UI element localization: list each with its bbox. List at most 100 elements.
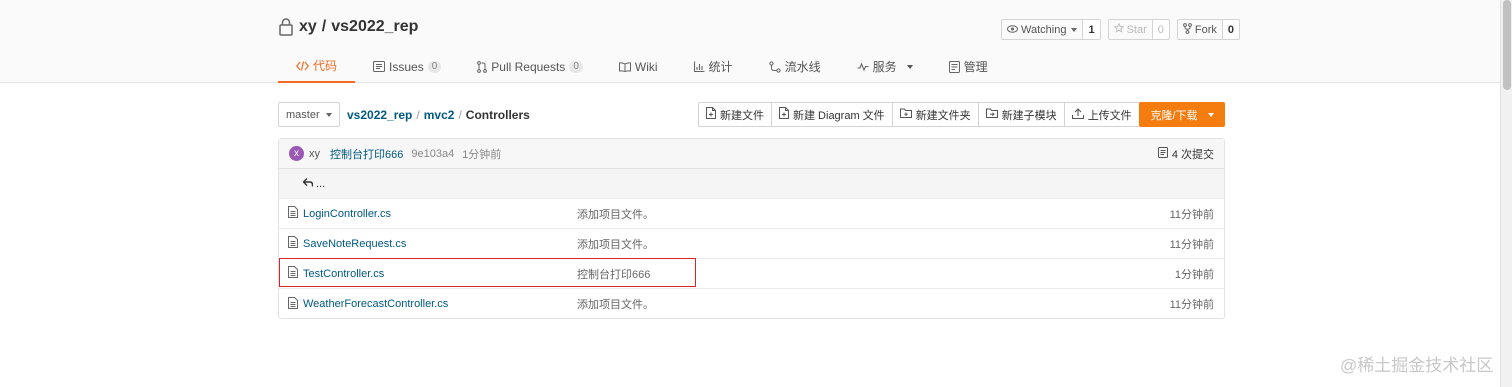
watermark: @稀土掘金技术社区 bbox=[1340, 356, 1494, 375]
breadcrumb-repo-link[interactable]: vs2022_rep bbox=[347, 108, 412, 122]
file-tree: x xy 控制台打印666 9e103a4 1分钟前 4 次提交 ... Log… bbox=[278, 138, 1225, 319]
branch-selector[interactable]: master bbox=[278, 102, 340, 127]
tab-stats[interactable]: 统计 bbox=[676, 50, 751, 83]
watch-label: Watching bbox=[1021, 23, 1067, 36]
tab-manage[interactable]: 管理 bbox=[931, 50, 1006, 83]
pipeline-icon bbox=[768, 60, 781, 73]
file-commit-message[interactable]: 添加项目文件。 bbox=[577, 296, 654, 312]
new-file-label: 新建文件 bbox=[720, 109, 764, 122]
repo-tabs: 代码 Issues 0 Pull Requests 0 Wiki 统计 流水线 … bbox=[278, 50, 1006, 83]
avatar[interactable]: x bbox=[289, 146, 304, 161]
vertical-scrollbar[interactable] bbox=[1500, 0, 1512, 387]
repo-owner-link[interactable]: xy bbox=[299, 18, 317, 36]
tab-wiki-label: Wiki bbox=[634, 59, 658, 74]
file-name: WeatherForecastController.cs bbox=[303, 298, 449, 310]
service-icon bbox=[857, 62, 869, 72]
commit-count-link[interactable]: 4 次提交 bbox=[1157, 139, 1214, 169]
star-button[interactable]: Star 0 bbox=[1107, 19, 1170, 40]
table-row: SaveNoteRequest.cs 添加项目文件。 11分钟前 bbox=[279, 229, 1224, 259]
breadcrumb-separator: / bbox=[416, 108, 420, 122]
file-commit-message[interactable]: 控制台打印666 bbox=[577, 266, 650, 282]
tab-code-label: 代码 bbox=[313, 59, 338, 73]
file-name-link[interactable]: LoginController.cs bbox=[288, 206, 391, 221]
commit-author[interactable]: xy bbox=[309, 148, 320, 160]
file-icon bbox=[288, 296, 298, 312]
wiki-icon bbox=[618, 61, 631, 72]
new-file-button[interactable]: 新建文件 bbox=[699, 103, 772, 126]
table-row: TestController.cs 控制台打印666 1分钟前 bbox=[279, 259, 1224, 289]
upload-file-label: 上传文件 bbox=[1087, 109, 1132, 122]
file-name: SaveNoteRequest.cs bbox=[303, 237, 407, 250]
tab-code[interactable]: 代码 bbox=[278, 50, 356, 83]
file-commit-time: 1分钟前 bbox=[1174, 268, 1214, 281]
fork-count[interactable]: 0 bbox=[1223, 20, 1239, 39]
lock-icon bbox=[278, 17, 294, 37]
commit-count-label: 4 次提交 bbox=[1171, 149, 1214, 161]
file-name-link[interactable]: TestController.cs bbox=[288, 266, 384, 281]
commit-message-link[interactable]: 控制台打印666 bbox=[330, 146, 403, 162]
file-commit-message[interactable]: 添加项目文件。 bbox=[577, 206, 654, 222]
parent-directory-label: ... bbox=[316, 177, 326, 190]
issues-count-badge: 0 bbox=[427, 60, 442, 73]
repo-actions: Watching 1 Star 0 Fork 0 bbox=[1001, 19, 1241, 40]
chevron-down-icon bbox=[1071, 27, 1078, 32]
tab-issues-label: Issues bbox=[389, 59, 424, 74]
clone-download-label: 克隆/下载 bbox=[1150, 109, 1198, 122]
file-actions: 新建文件 新建 Diagram 文件 新建文件夹 新建子模块 上传文件 bbox=[698, 102, 1140, 127]
file-commit-message[interactable]: 添加项目文件。 bbox=[577, 236, 654, 252]
tab-wiki[interactable]: Wiki bbox=[601, 50, 676, 83]
star-label: Star bbox=[1126, 23, 1147, 36]
chevron-down-icon bbox=[906, 64, 913, 69]
tab-pull-requests-label: Pull Requests bbox=[491, 59, 566, 74]
new-folder-label: 新建文件夹 bbox=[915, 109, 971, 122]
branch-label: master bbox=[286, 108, 320, 121]
fork-icon bbox=[1182, 22, 1192, 37]
breadcrumb: vs2022_rep / mvc2 / Controllers bbox=[347, 108, 530, 122]
table-row: LoginController.cs 添加项目文件。 11分钟前 bbox=[279, 199, 1224, 229]
tab-service-label: 服务 bbox=[872, 60, 897, 74]
clone-download-button[interactable]: 克隆/下载 bbox=[1139, 102, 1225, 127]
tab-issues[interactable]: Issues 0 bbox=[355, 50, 459, 83]
new-folder-icon bbox=[899, 108, 912, 121]
commit-sha[interactable]: 9e103a4 bbox=[411, 148, 454, 160]
watch-button[interactable]: Watching 1 bbox=[1001, 19, 1101, 40]
fork-button[interactable]: Fork 0 bbox=[1176, 19, 1241, 40]
parent-directory-row[interactable]: ... bbox=[279, 169, 1224, 199]
commit-time: 1分钟前 bbox=[462, 148, 502, 161]
breadcrumb-separator: / bbox=[458, 108, 462, 122]
tab-pipeline[interactable]: 流水线 bbox=[751, 50, 839, 83]
file-commit-time: 11分钟前 bbox=[1169, 208, 1214, 221]
table-row: WeatherForecastController.cs 添加项目文件。 11分… bbox=[279, 289, 1224, 319]
breadcrumb-current: Controllers bbox=[465, 108, 530, 122]
tab-pull-requests[interactable]: Pull Requests 0 bbox=[459, 50, 601, 83]
new-file-icon bbox=[706, 107, 716, 122]
repo-name-link[interactable]: vs2022_rep bbox=[331, 18, 418, 36]
eye-icon bbox=[1007, 24, 1018, 36]
new-diagram-button[interactable]: 新建 Diagram 文件 bbox=[772, 103, 893, 126]
repo-title: xy / vs2022_rep bbox=[278, 17, 418, 37]
scrollbar-thumb[interactable] bbox=[1503, 0, 1511, 90]
tab-pipeline-label: 流水线 bbox=[784, 60, 821, 74]
watch-count[interactable]: 1 bbox=[1083, 20, 1099, 39]
breadcrumb-folder-link[interactable]: mvc2 bbox=[424, 108, 455, 122]
new-submodule-label: 新建子模块 bbox=[1001, 109, 1057, 122]
manage-icon bbox=[948, 60, 960, 73]
repo-header: xy / vs2022_rep Watching 1 Star 0 Fork 0 bbox=[0, 0, 1500, 83]
code-icon bbox=[296, 60, 309, 71]
file-commit-time: 11分钟前 bbox=[1169, 238, 1214, 251]
repo-separator: / bbox=[321, 18, 327, 35]
back-arrow-icon bbox=[302, 177, 314, 190]
fork-label: Fork bbox=[1194, 23, 1217, 36]
latest-commit-bar: x xy 控制台打印666 9e103a4 1分钟前 4 次提交 bbox=[279, 139, 1224, 169]
new-diagram-label: 新建 Diagram 文件 bbox=[793, 109, 885, 122]
file-name-link[interactable]: SaveNoteRequest.cs bbox=[288, 236, 406, 251]
new-folder-button[interactable]: 新建文件夹 bbox=[893, 103, 979, 126]
file-icon bbox=[288, 206, 298, 221]
upload-file-button[interactable]: 上传文件 bbox=[1065, 103, 1139, 126]
tab-stats-label: 统计 bbox=[708, 60, 733, 74]
star-count[interactable]: 0 bbox=[1153, 20, 1169, 39]
file-name-link[interactable]: WeatherForecastController.cs bbox=[288, 296, 449, 312]
tab-service[interactable]: 服务 bbox=[839, 50, 931, 83]
new-submodule-button[interactable]: 新建子模块 bbox=[979, 103, 1065, 126]
file-name: LoginController.cs bbox=[303, 207, 392, 220]
